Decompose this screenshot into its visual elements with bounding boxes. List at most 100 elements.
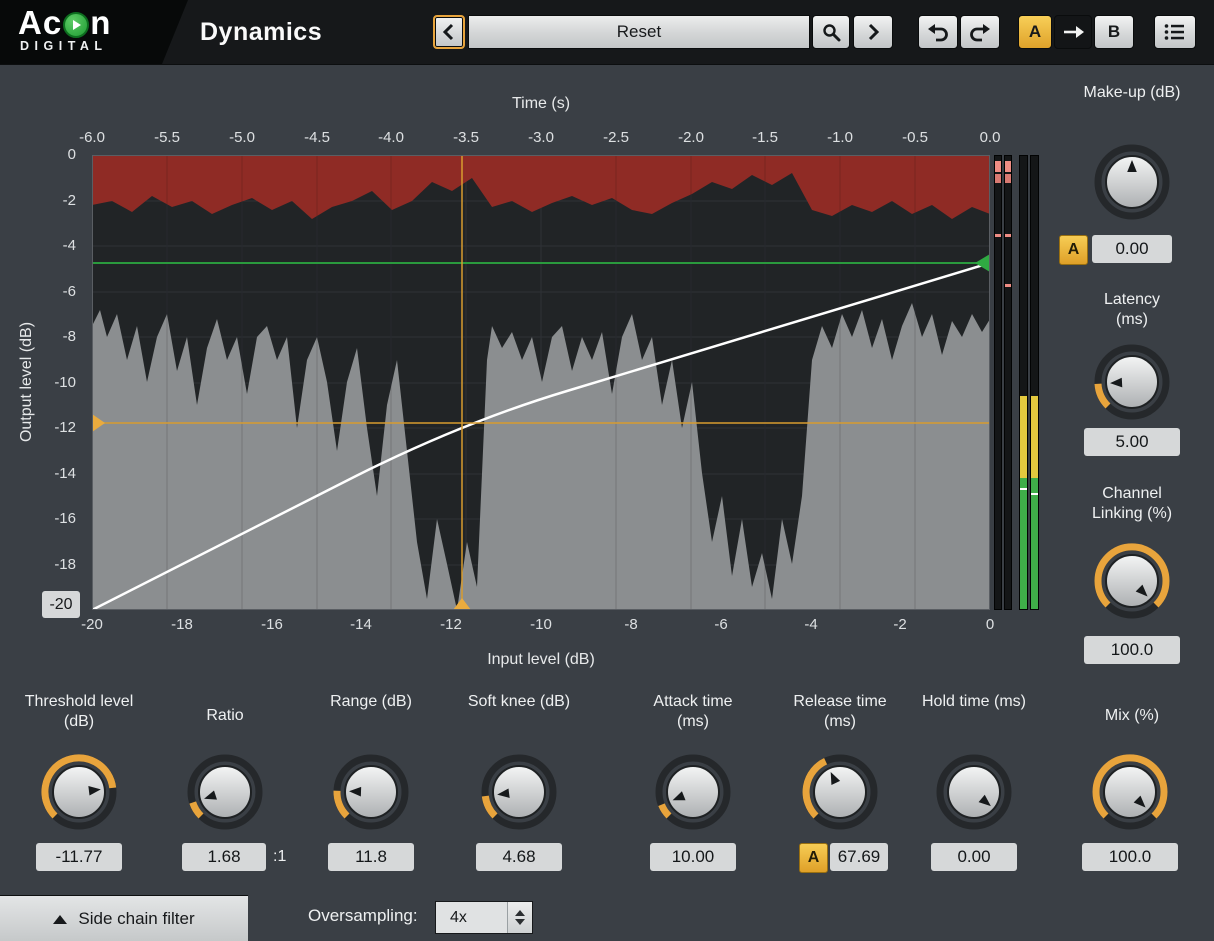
- makeup-value[interactable]: 0.00: [1092, 235, 1172, 263]
- arrow-right-icon: [1061, 23, 1085, 41]
- ratio-knob[interactable]: [185, 752, 265, 832]
- ratio-value[interactable]: 1.68: [182, 843, 266, 871]
- chevron-left-icon: [442, 23, 456, 41]
- spinner-arrows-icon[interactable]: [507, 902, 532, 933]
- input-tick: -20: [81, 616, 103, 633]
- hold-knob[interactable]: [934, 752, 1014, 832]
- output-tick: -10: [54, 374, 76, 391]
- time-tick: -4.5: [304, 129, 330, 146]
- makeup-ab-button[interactable]: A: [1059, 235, 1088, 265]
- graph-canvas: [92, 155, 990, 610]
- oversampling-value: 4x: [436, 909, 507, 927]
- input-axis-ticks: -20 -18 -16 -14 -12 -10 -8 -6 -4 -2 0: [92, 616, 990, 636]
- preset-selector[interactable]: Reset: [468, 15, 810, 49]
- time-tick: -0.5: [902, 129, 928, 146]
- time-tick: -2.0: [678, 129, 704, 146]
- redo-button[interactable]: [960, 15, 1000, 49]
- threshold-label: Threshold level (dB): [24, 692, 134, 733]
- undo-icon: [927, 21, 949, 43]
- output-tick: -6: [63, 283, 76, 300]
- input-axis-title: Input level (dB): [441, 651, 641, 669]
- redo-icon: [969, 21, 991, 43]
- release-ab-button[interactable]: A: [799, 843, 828, 873]
- threshold-value[interactable]: -11.77: [36, 843, 122, 871]
- output-axis-ticks: 0 -2 -4 -6 -8 -10 -12 -14 -16 -18: [30, 155, 82, 610]
- acon-digital-logo: Ac n DIGITAL: [0, 0, 188, 64]
- output-tick: -18: [54, 556, 76, 573]
- release-label: Release time (ms): [785, 692, 895, 733]
- ab-compare-b-button[interactable]: B: [1094, 15, 1134, 49]
- chevron-right-icon: [866, 23, 880, 41]
- dynamics-plugin-window: Ac n DIGITAL Dynamics Reset: [0, 0, 1214, 941]
- soft-knee-knob[interactable]: [479, 752, 559, 832]
- mix-knob[interactable]: [1090, 752, 1170, 832]
- time-tick: -3.5: [453, 129, 479, 146]
- plugin-title: Dynamics: [200, 0, 322, 64]
- input-tick: -8: [624, 616, 637, 633]
- oversampling-label: Oversampling:: [308, 906, 418, 926]
- time-tick: -4.0: [378, 129, 404, 146]
- output-meter-right: [1030, 155, 1039, 610]
- release-knob[interactable]: [800, 752, 880, 832]
- makeup-label: Make-up (dB): [1082, 83, 1182, 103]
- soft-knee-label: Soft knee (dB): [464, 692, 574, 712]
- undo-button[interactable]: [918, 15, 958, 49]
- side-chain-filter-button[interactable]: Side chain filter: [0, 895, 248, 941]
- output-tick: -12: [54, 419, 76, 436]
- ab-compare-a-button[interactable]: A: [1018, 15, 1052, 49]
- input-tick: -12: [440, 616, 462, 633]
- latency-knob[interactable]: [1092, 342, 1172, 422]
- makeup-knob[interactable]: [1092, 142, 1172, 222]
- oversampling-dropdown[interactable]: 4x: [435, 901, 533, 934]
- hold-label: Hold time (ms): [919, 692, 1029, 712]
- range-label: Range (dB): [316, 692, 426, 712]
- output-tick: -16: [54, 510, 76, 527]
- channel-linking-knob[interactable]: [1092, 541, 1172, 621]
- input-tick: -6: [714, 616, 727, 633]
- time-axis-title: Time (s): [441, 95, 641, 113]
- soft-knee-value[interactable]: 4.68: [476, 843, 562, 871]
- input-tick: -16: [261, 616, 283, 633]
- release-value[interactable]: 67.69: [830, 843, 888, 871]
- latency-value[interactable]: 5.00: [1084, 428, 1180, 456]
- attack-value[interactable]: 10.00: [650, 843, 736, 871]
- output-tick: 0: [68, 146, 76, 163]
- preset-search-button[interactable]: [812, 15, 850, 49]
- menu-list-icon: [1164, 23, 1186, 41]
- channel-linking-label: Channel Linking (%): [1077, 484, 1187, 525]
- threshold-knob[interactable]: [39, 752, 119, 832]
- attack-knob[interactable]: [653, 752, 733, 832]
- main-menu-button[interactable]: [1154, 15, 1196, 49]
- range-knob[interactable]: [331, 752, 411, 832]
- dynamics-transfer-graph[interactable]: [92, 155, 990, 610]
- ab-copy-button[interactable]: [1054, 15, 1092, 49]
- attack-label: Attack time (ms): [638, 692, 748, 733]
- brand-name-part: Ac: [18, 4, 62, 42]
- time-tick: -6.0: [79, 129, 105, 146]
- output-tick: -14: [54, 465, 76, 482]
- time-tick: -1.0: [827, 129, 853, 146]
- time-axis-ticks: -6.0 -5.5 -5.0 -4.5 -4.0 -3.5 -3.0 -2.5 …: [92, 129, 990, 149]
- search-icon: [821, 22, 841, 42]
- mix-label: Mix (%): [1077, 706, 1187, 726]
- channel-linking-value[interactable]: 100.0: [1084, 636, 1180, 664]
- range-value[interactable]: 11.8: [328, 843, 414, 871]
- brand-subtitle: DIGITAL: [20, 39, 188, 53]
- output-tick: -8: [63, 328, 76, 345]
- expand-up-icon: [53, 915, 67, 924]
- ratio-suffix: :1: [273, 843, 286, 871]
- hold-value[interactable]: 0.00: [931, 843, 1017, 871]
- input-tick: -10: [530, 616, 552, 633]
- output-tick: -4: [63, 237, 76, 254]
- output-min-label: -20: [42, 591, 80, 618]
- preset-next-button[interactable]: [853, 15, 893, 49]
- input-tick: -4: [804, 616, 817, 633]
- output-meter-left: [1019, 155, 1028, 610]
- brand-name-part2: n: [90, 4, 111, 42]
- preset-previous-button[interactable]: [433, 15, 465, 49]
- time-tick: -5.0: [229, 129, 255, 146]
- mix-value[interactable]: 100.0: [1082, 843, 1178, 871]
- top-toolbar: Ac n DIGITAL Dynamics Reset: [0, 0, 1214, 65]
- input-tick: -14: [350, 616, 372, 633]
- time-tick: -3.0: [528, 129, 554, 146]
